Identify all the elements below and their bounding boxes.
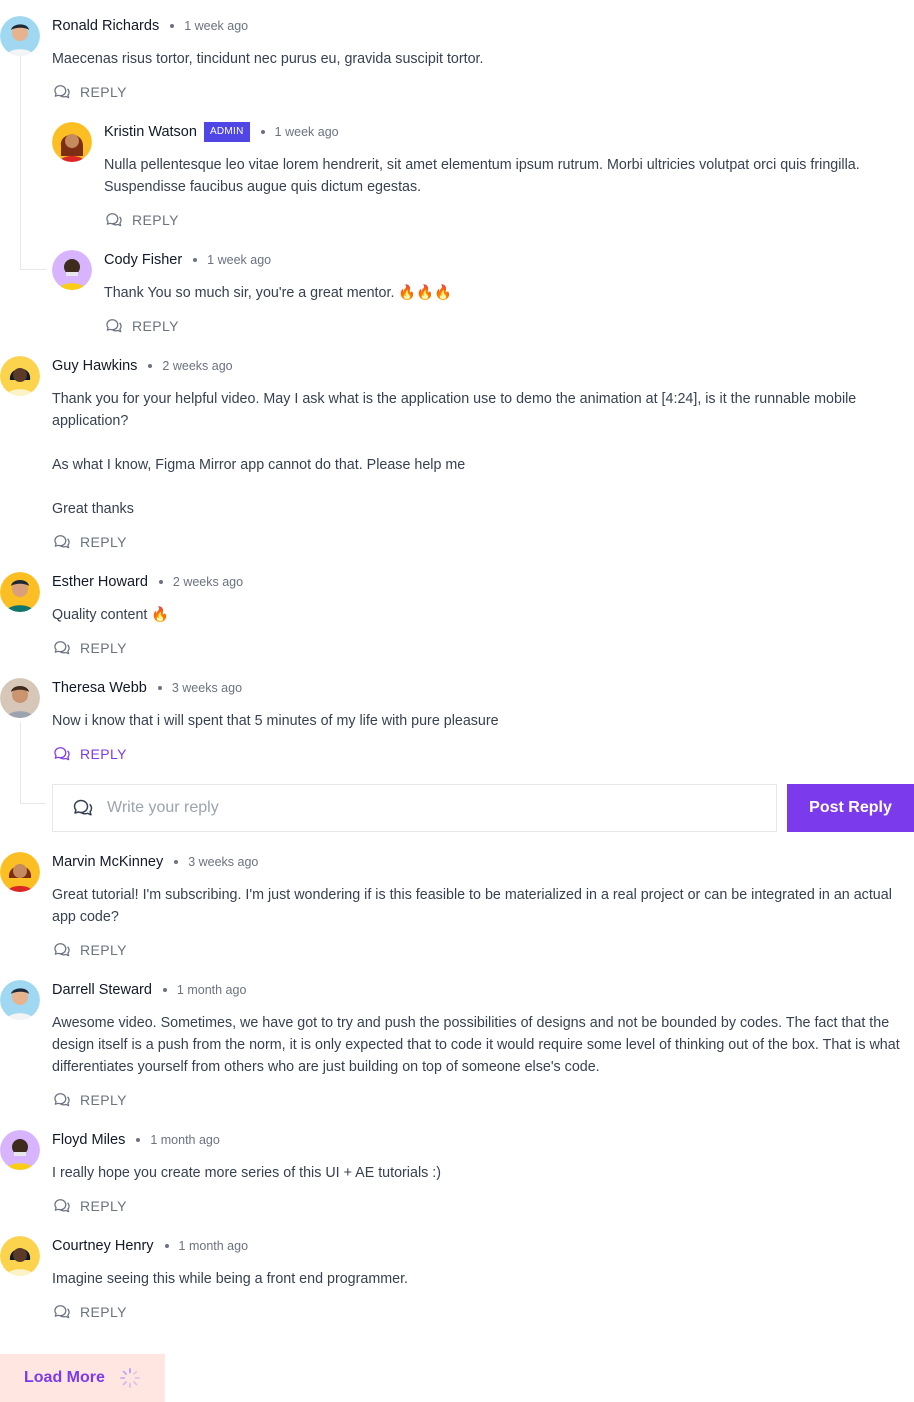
chat-bubbles-icon xyxy=(52,638,72,658)
comment-text: I really hope you create more series of … xyxy=(52,1165,441,1181)
comment-text: Thank you for your helpful video. May I … xyxy=(52,388,912,520)
reply-label: REPLY xyxy=(80,534,127,550)
reply-label: REPLY xyxy=(80,1304,127,1320)
thread-line xyxy=(20,722,46,804)
separator-dot xyxy=(157,686,162,690)
separator-dot xyxy=(164,1244,169,1248)
chat-bubbles-icon xyxy=(71,796,95,820)
comment-text: Maecenas risus tortor, tincidunt nec pur… xyxy=(52,51,484,67)
author-name[interactable]: Kristin Watson xyxy=(104,124,197,140)
reply-button[interactable]: REPLY xyxy=(104,315,179,337)
author-name[interactable]: Darrell Steward xyxy=(52,982,152,998)
reply-label: REPLY xyxy=(80,746,127,762)
avatar[interactable] xyxy=(0,852,40,892)
reply-button[interactable]: REPLY xyxy=(52,743,127,765)
reply-button[interactable]: REPLY xyxy=(52,1301,127,1323)
reply-label: REPLY xyxy=(80,84,127,100)
separator-dot xyxy=(148,364,153,368)
avatar[interactable] xyxy=(0,1236,40,1276)
author-name[interactable]: Theresa Webb xyxy=(52,680,147,696)
comment-text: Great tutorial! I'm subscribing. I'm jus… xyxy=(52,887,892,925)
chat-bubbles-icon xyxy=(52,744,72,764)
timestamp: 1 week ago xyxy=(184,19,249,33)
spinner-icon xyxy=(119,1368,140,1388)
comment-text: Imagine seeing this while being a front … xyxy=(52,1271,409,1287)
reply-button[interactable]: REPLY xyxy=(52,1195,127,1217)
thread-line xyxy=(20,50,46,270)
chat-bubbles-icon xyxy=(52,82,72,102)
comment-text: Now i know that i will spent that 5 minu… xyxy=(52,713,499,729)
chat-bubbles-icon xyxy=(52,532,72,552)
separator-dot xyxy=(193,258,198,262)
timestamp: 3 weeks ago xyxy=(188,855,259,869)
timestamp: 2 weeks ago xyxy=(172,575,244,589)
separator-dot xyxy=(260,130,265,134)
comment-paragraph: Thank you for your helpful video. May I … xyxy=(52,391,857,429)
reply-label: REPLY xyxy=(80,640,127,656)
author-name[interactable]: Cody Fisher xyxy=(104,252,182,268)
comment-text: Quality content 🔥 xyxy=(52,607,170,623)
reply-button[interactable]: REPLY xyxy=(52,939,127,961)
author-name[interactable]: Floyd Miles xyxy=(52,1132,125,1148)
comment-text: Thank You so much sir, you're a great me… xyxy=(104,285,452,301)
avatar[interactable] xyxy=(0,16,40,56)
chat-bubbles-icon xyxy=(104,316,124,336)
comment-paragraph: As what I know, Figma Mirror app cannot … xyxy=(52,457,466,473)
load-more-label: Load More xyxy=(24,1369,105,1386)
reply-input[interactable] xyxy=(107,799,707,817)
reply-input-box[interactable] xyxy=(52,784,777,832)
avatar[interactable] xyxy=(52,250,92,290)
reply-label: REPLY xyxy=(132,212,179,228)
separator-dot xyxy=(170,24,175,28)
reply-label: REPLY xyxy=(80,942,127,958)
avatar[interactable] xyxy=(0,572,40,612)
timestamp: 1 week ago xyxy=(274,125,339,139)
avatar[interactable] xyxy=(52,122,92,162)
load-more-button[interactable]: Load More xyxy=(0,1354,165,1402)
author-name[interactable]: Esther Howard xyxy=(52,574,148,590)
post-reply-button[interactable]: Post Reply xyxy=(787,784,914,832)
timestamp: 2 weeks ago xyxy=(162,359,233,373)
separator-dot xyxy=(162,988,167,992)
reply-label: REPLY xyxy=(132,318,179,334)
author-name[interactable]: Courtney Henry xyxy=(52,1238,154,1254)
reply-button[interactable]: REPLY xyxy=(52,1089,127,1111)
comment-text: Nulla pellentesque leo vitae lorem hendr… xyxy=(104,157,860,195)
reply-button[interactable]: REPLY xyxy=(52,531,127,553)
comment-paragraph: Great thanks xyxy=(52,501,134,517)
chat-bubbles-icon xyxy=(52,1196,72,1216)
admin-badge: ADMIN xyxy=(203,122,250,142)
timestamp: 1 month ago xyxy=(176,983,247,997)
timestamp: 1 week ago xyxy=(207,253,272,267)
timestamp: 1 month ago xyxy=(150,1133,220,1147)
avatar[interactable] xyxy=(0,356,40,396)
reply-label: REPLY xyxy=(80,1092,127,1108)
avatar[interactable] xyxy=(0,678,40,718)
reply-label: REPLY xyxy=(80,1198,127,1214)
avatar[interactable] xyxy=(0,980,40,1020)
author-name[interactable]: Ronald Richards xyxy=(52,18,159,34)
separator-dot xyxy=(158,580,163,584)
chat-bubbles-icon xyxy=(104,210,124,230)
reply-button[interactable]: REPLY xyxy=(52,81,127,103)
reply-button[interactable]: REPLY xyxy=(104,209,179,231)
separator-dot xyxy=(136,1138,141,1142)
chat-bubbles-icon xyxy=(52,1302,72,1322)
timestamp: 1 month ago xyxy=(178,1239,249,1253)
separator-dot xyxy=(174,860,179,864)
chat-bubbles-icon xyxy=(52,940,72,960)
timestamp: 3 weeks ago xyxy=(171,681,243,695)
comment-text: Awesome video. Sometimes, we have got to… xyxy=(52,1015,900,1075)
chat-bubbles-icon xyxy=(52,1090,72,1110)
reply-button[interactable]: REPLY xyxy=(52,637,127,659)
author-name[interactable]: Guy Hawkins xyxy=(52,358,137,374)
avatar[interactable] xyxy=(0,1130,40,1170)
author-name[interactable]: Marvin McKinney xyxy=(52,854,163,870)
